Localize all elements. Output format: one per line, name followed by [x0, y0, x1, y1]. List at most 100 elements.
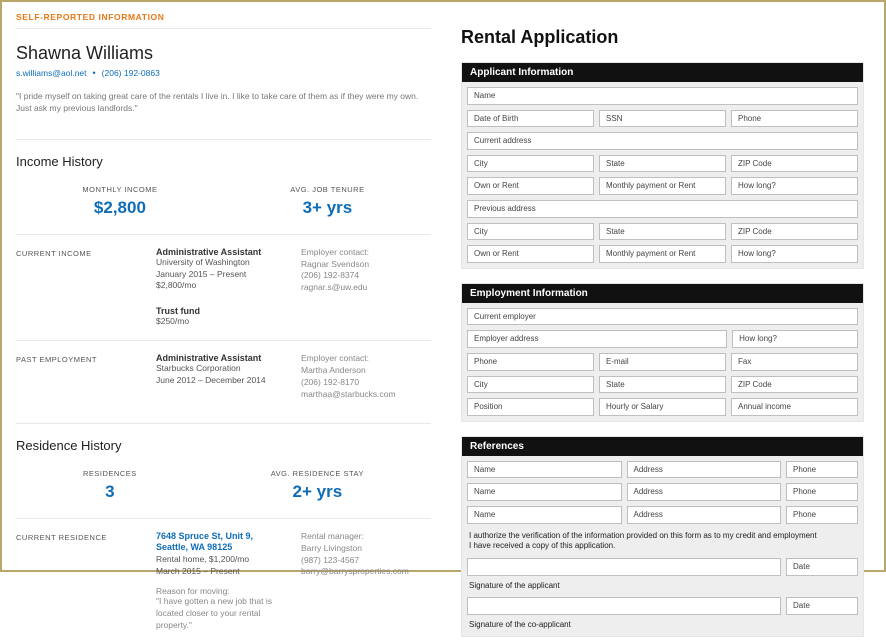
applicant-name: Shawna Williams [16, 43, 431, 64]
city-field[interactable]: City [467, 376, 594, 394]
block-body: Name Date of Birth SSN Phone Current add… [462, 82, 863, 268]
previous-address-field[interactable]: Previous address [467, 200, 858, 218]
ref-address-field[interactable]: Address [627, 506, 782, 524]
residence-heading: Residence History [16, 423, 431, 453]
ref-phone-field[interactable]: Phone [786, 506, 858, 524]
contact-label: Rental manager: [301, 531, 431, 543]
state-field[interactable]: State [599, 223, 726, 241]
form-title: Rental Application [461, 27, 864, 48]
job-org: Starbucks Corporation [156, 363, 291, 375]
stat-value: 3+ yrs [290, 198, 364, 218]
auth-line: I authorize the verification of the info… [469, 531, 856, 542]
job-title: Administrative Assistant [156, 247, 291, 257]
employer-contact: Employer contact: Martha Anderson (206) … [301, 353, 431, 401]
city-field[interactable]: City [467, 155, 594, 173]
stat-value: $2,800 [82, 198, 157, 218]
current-residence-row: CURRENT RESIDENCE 7648 Spruce St, Unit 9… [16, 518, 431, 644]
row-label: CURRENT INCOME [16, 247, 156, 329]
ssn-field[interactable]: SSN [599, 110, 726, 128]
employer-contact: Employer contact: Ragnar Svendson (206) … [301, 247, 431, 329]
address-line: 7648 Spruce St, Unit 9, [156, 531, 291, 543]
stat-label: MONTHLY INCOME [82, 185, 157, 194]
dot-separator: • [93, 68, 96, 78]
position-field[interactable]: Position [467, 398, 594, 416]
contact-label: Employer contact: [301, 247, 431, 259]
references-block: References Name Address Phone Name Addre… [461, 436, 864, 637]
employer-address-field[interactable]: Employer address [467, 330, 727, 348]
signature-applicant-label: Signature of the applicant [467, 581, 858, 598]
annual-income-field[interactable]: Annual income [731, 398, 858, 416]
own-rent-field[interactable]: Own or Rent [467, 177, 594, 195]
contact-row: s.williams@aol.net • (206) 192-0863 [16, 68, 431, 78]
applicant-quote: "I pride myself on taking great care of … [16, 90, 431, 115]
current-income-row: CURRENT INCOME Administrative Assistant … [16, 234, 431, 341]
how-long-field[interactable]: How long? [731, 245, 858, 263]
page-wrap: SELF-REPORTED INFORMATION Shawna William… [2, 2, 884, 570]
stat-value: 3 [83, 482, 137, 502]
how-long-field[interactable]: How long? [732, 330, 858, 348]
contact-label: Employer contact: [301, 353, 431, 365]
contact-phone: (206) 192-8170 [301, 377, 431, 389]
block-body: Name Address Phone Name Address Phone Na… [462, 456, 863, 636]
date-field[interactable]: Date [786, 597, 858, 615]
phone-link[interactable]: (206) 192-0863 [102, 68, 160, 78]
ref-address-field[interactable]: Address [627, 483, 782, 501]
ref-phone-field[interactable]: Phone [786, 483, 858, 501]
state-field[interactable]: State [599, 155, 726, 173]
current-address-field[interactable]: Current address [467, 132, 858, 150]
employer-field[interactable]: Current employer [467, 308, 858, 326]
how-long-field[interactable]: How long? [731, 177, 858, 195]
contact-phone: (987) 123-4567 [301, 555, 431, 567]
stat-residences: RESIDENCES 3 [83, 469, 137, 502]
block-body: Current employer Employer address How lo… [462, 303, 863, 421]
past-employment-row: PAST EMPLOYMENT Administrative Assistant… [16, 340, 431, 413]
fax-field[interactable]: Fax [731, 353, 858, 371]
zip-field[interactable]: ZIP Code [731, 376, 858, 394]
own-rent-field[interactable]: Own or Rent [467, 245, 594, 263]
contact-phone: (206) 192-8374 [301, 270, 431, 282]
applicant-info-block: Applicant Information Name Date of Birth… [461, 62, 864, 269]
phone-field[interactable]: Phone [731, 110, 858, 128]
self-reported-tag: SELF-REPORTED INFORMATION [16, 12, 431, 29]
reason-label: Reason for moving: [156, 586, 291, 596]
ref-name-field[interactable]: Name [467, 506, 622, 524]
email-link[interactable]: s.williams@aol.net [16, 68, 87, 78]
contact-email: marthaa@starbucks.com [301, 389, 431, 401]
job-dates: June 2012 – December 2014 [156, 375, 291, 387]
block-heading: Applicant Information [462, 63, 863, 82]
ref-name-field[interactable]: Name [467, 461, 622, 479]
ref-name-field[interactable]: Name [467, 483, 622, 501]
contact-email: barry@barrysproperties.com [301, 566, 431, 578]
zip-field[interactable]: ZIP Code [731, 155, 858, 173]
contact-email: ragnar.s@uw.edu [301, 282, 431, 294]
stat-avg-stay: AVG. RESIDENCE STAY 2+ yrs [271, 469, 364, 502]
row-label: CURRENT RESIDENCE [16, 531, 156, 632]
name-field[interactable]: Name [467, 87, 858, 105]
phone-field[interactable]: Phone [467, 353, 594, 371]
zip-field[interactable]: ZIP Code [731, 223, 858, 241]
contact-name: Barry Livingston [301, 543, 431, 555]
signature-applicant-field[interactable] [467, 558, 781, 576]
dob-field[interactable]: Date of Birth [467, 110, 594, 128]
payment-field[interactable]: Monthly payment or Rent [599, 245, 726, 263]
stat-value: 2+ yrs [271, 482, 364, 502]
row-main: 7648 Spruce St, Unit 9, Seattle, WA 9812… [156, 531, 301, 632]
date-field[interactable]: Date [786, 558, 858, 576]
hourly-salary-field[interactable]: Hourly or Salary [599, 398, 726, 416]
block-heading: Employment Information [462, 284, 863, 303]
income-stats: MONTHLY INCOME $2,800 AVG. JOB TENURE 3+… [16, 185, 431, 218]
ref-address-field[interactable]: Address [627, 461, 782, 479]
email-field[interactable]: E-mail [599, 353, 726, 371]
signature-coapplicant-label: Signature of the co-applicant [467, 620, 858, 631]
contact-name: Ragnar Svendson [301, 259, 431, 271]
signature-coapplicant-field[interactable] [467, 597, 781, 615]
ref-phone-field[interactable]: Phone [786, 461, 858, 479]
stat-label: RESIDENCES [83, 469, 137, 478]
row-label: PAST EMPLOYMENT [16, 353, 156, 401]
state-field[interactable]: State [599, 376, 726, 394]
payment-field[interactable]: Monthly payment or Rent [599, 177, 726, 195]
contact-name: Martha Anderson [301, 365, 431, 377]
city-field[interactable]: City [467, 223, 594, 241]
job-dates: January 2015 – Present [156, 269, 291, 281]
residence-stats: RESIDENCES 3 AVG. RESIDENCE STAY 2+ yrs [16, 469, 431, 502]
